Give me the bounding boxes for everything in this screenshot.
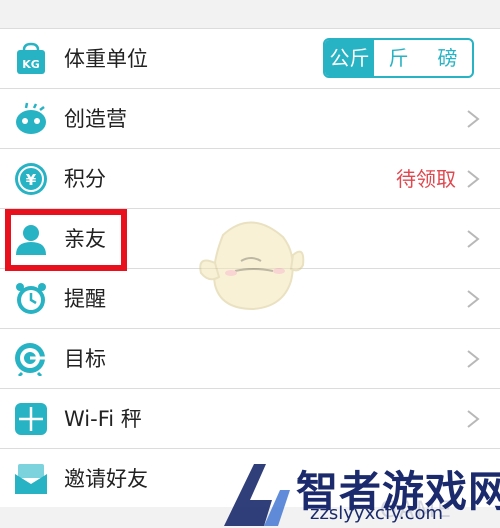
wifi-scale-icon — [15, 403, 47, 435]
chevron-right-icon — [467, 110, 480, 128]
target-goal-icon — [15, 343, 46, 376]
reminder-label: 提醒 — [64, 287, 106, 311]
goal-label: 目标 — [64, 347, 106, 371]
wifi-scale-row[interactable]: Wi-Fi 秤 — [0, 389, 500, 449]
svg-text:¥: ¥ — [26, 171, 37, 189]
invite-friends-label: 邀请好友 — [64, 467, 148, 491]
points-coin-icon: ¥ — [15, 163, 47, 195]
unit-segmented-control: 公斤 斤 磅 — [323, 38, 474, 78]
invite-envelope-icon — [15, 464, 47, 494]
unit-option-kg[interactable]: 公斤 — [325, 40, 374, 76]
highlight-box — [5, 209, 127, 271]
weight-unit-row: KG 体重单位 公斤 斤 磅 — [0, 29, 500, 89]
unit-option-jin[interactable]: 斤 — [374, 40, 423, 76]
points-status: 待领取 — [396, 167, 456, 191]
weight-unit-label: 体重单位 — [64, 47, 148, 71]
watermark-url: zzslyyxcfy.com — [310, 503, 444, 524]
chevron-right-icon — [467, 230, 480, 248]
mascot-watermark — [199, 221, 305, 311]
chevron-right-icon — [467, 170, 480, 188]
points-label: 积分 — [64, 167, 106, 191]
goal-row[interactable]: 目标 — [0, 329, 500, 389]
creator-camp-row[interactable]: 创造营 — [0, 89, 500, 149]
chevron-right-icon — [467, 350, 480, 368]
points-row[interactable]: ¥ 积分 待领取 — [0, 149, 500, 209]
chevron-right-icon — [467, 410, 480, 428]
wifi-scale-label: Wi-Fi 秤 — [64, 407, 142, 431]
chevron-right-icon — [467, 290, 480, 308]
reminder-clock-icon — [16, 283, 46, 314]
creator-camp-label: 创造营 — [64, 107, 127, 131]
svg-text:KG: KG — [22, 58, 40, 71]
creator-camp-icon — [16, 102, 46, 134]
kg-scale-icon: KG — [17, 42, 45, 74]
unit-option-lb[interactable]: 磅 — [423, 40, 472, 76]
